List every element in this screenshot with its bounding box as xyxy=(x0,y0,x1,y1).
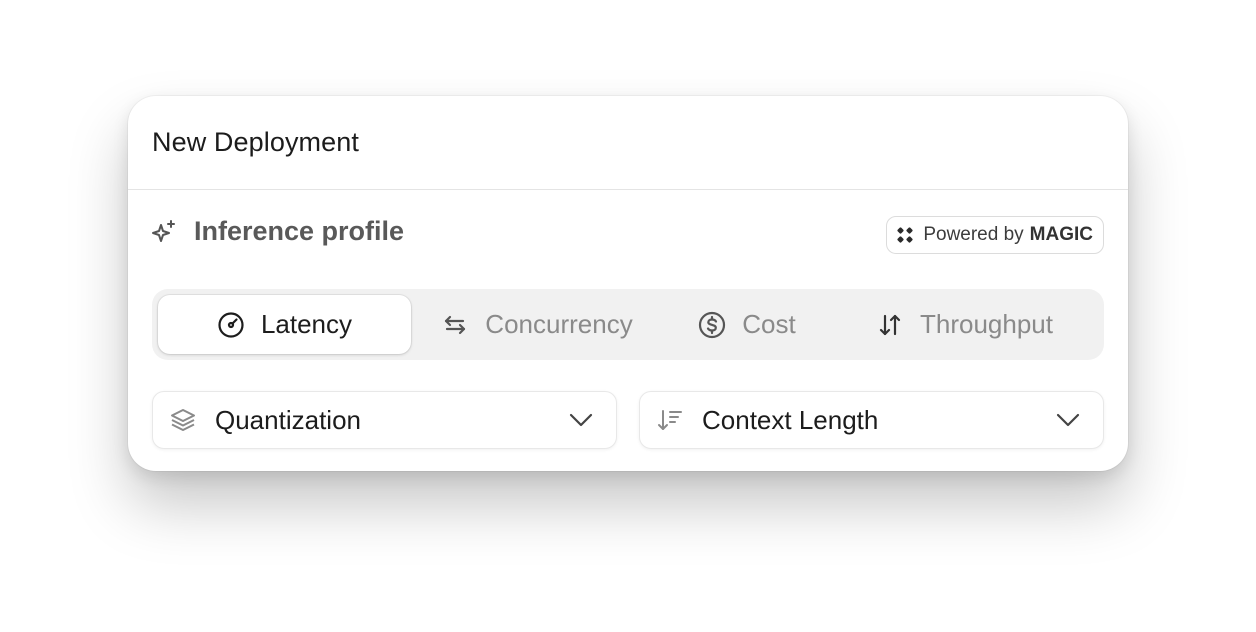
dollar-circle-icon xyxy=(698,311,726,339)
dropdown-label: Quantization xyxy=(215,404,361,435)
tab-label: Latency xyxy=(260,309,353,339)
badge-prefix: Powered by xyxy=(923,224,1024,245)
tab-latency[interactable]: Latency xyxy=(158,295,411,354)
tab-throughput[interactable]: Throughput xyxy=(831,295,1098,354)
gauge-icon xyxy=(217,311,245,339)
sparkle-icon xyxy=(150,218,178,246)
chevron-down-icon xyxy=(1055,407,1081,433)
dropdown-label: Context Length xyxy=(702,404,879,435)
inference-profile-tabs: Latency Concurrency Cost Throughput xyxy=(152,289,1104,360)
new-deployment-dialog: New Deployment Inference profile Powered… xyxy=(128,96,1128,471)
tab-label: Concurrency xyxy=(485,309,633,339)
arrows-up-down-icon xyxy=(876,311,904,339)
context-length-dropdown[interactable]: Context Length xyxy=(639,391,1104,449)
tab-label: Throughput xyxy=(920,309,1053,339)
layers-icon xyxy=(169,406,197,434)
arrows-left-right-icon xyxy=(441,311,469,339)
powered-by-badge[interactable]: Powered by MAGIC xyxy=(886,216,1104,254)
section-title: Inference profile xyxy=(194,216,405,246)
dialog-header: New Deployment xyxy=(128,96,1128,190)
tab-cost[interactable]: Cost xyxy=(663,295,831,354)
magic-logo-icon xyxy=(895,225,915,245)
sort-descending-icon xyxy=(656,406,684,434)
inference-profile-header: Inference profile xyxy=(150,216,404,247)
chevron-down-icon xyxy=(568,407,594,433)
dialog-title: New Deployment xyxy=(152,127,359,157)
tab-concurrency[interactable]: Concurrency xyxy=(411,295,663,354)
quantization-dropdown[interactable]: Quantization xyxy=(152,391,617,449)
tab-label: Cost xyxy=(742,309,796,339)
badge-brand: MAGIC xyxy=(1029,224,1093,245)
